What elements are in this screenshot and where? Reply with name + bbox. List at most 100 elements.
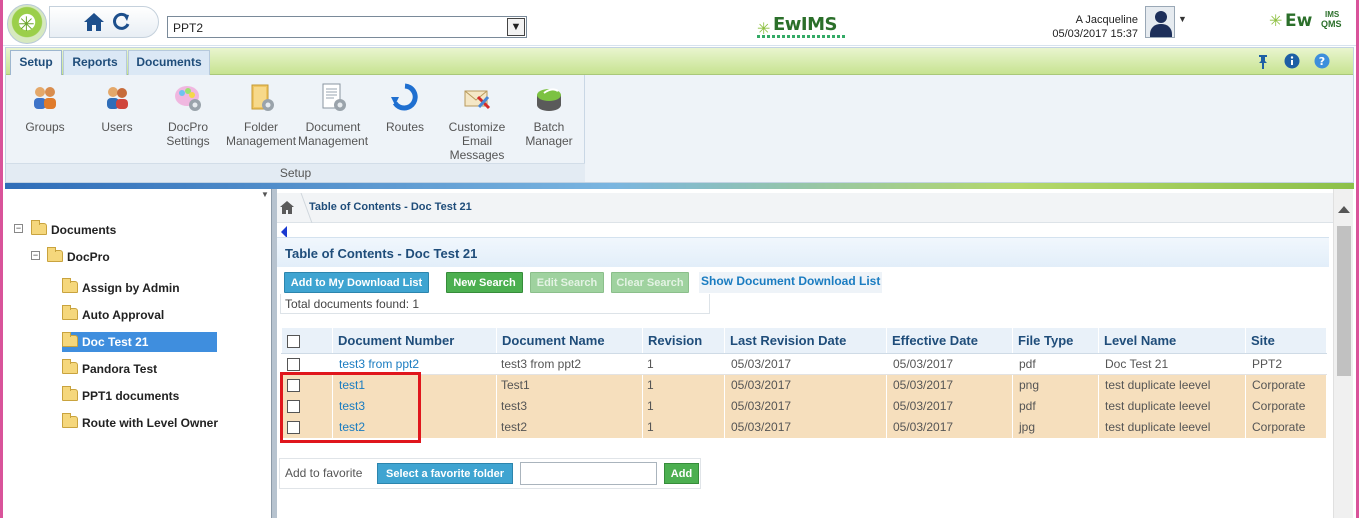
tab-documents[interactable]: Documents: [128, 50, 210, 75]
folder-icon: [62, 332, 78, 347]
edit-search-button[interactable]: Edit Search: [530, 272, 604, 293]
row-checkbox[interactable]: [286, 421, 300, 435]
last-revision-date: 05/03/2017: [724, 395, 887, 417]
vertical-scrollbar[interactable]: [1333, 189, 1353, 518]
total-documents: Total documents found: 1: [280, 294, 710, 314]
refresh-icon[interactable]: [111, 12, 131, 32]
folder-management-button[interactable]: Folder Management: [226, 83, 296, 148]
tree-node-docpro[interactable]: DocPro: [47, 247, 110, 267]
table-row[interactable]: test3 from ppt2 test3 from ppt2 1 05/03/…: [281, 353, 1327, 375]
help-icon[interactable]: ?: [1314, 53, 1330, 69]
col-effective-date[interactable]: Effective Date: [886, 327, 1013, 354]
scroll-up-icon[interactable]: [1338, 206, 1350, 213]
col-file-type[interactable]: File Type: [1012, 327, 1099, 354]
users-label: Users: [101, 120, 133, 134]
user-menu-caret-icon[interactable]: ▼: [1178, 14, 1187, 24]
docpro-settings-button[interactable]: DocPro Settings: [158, 83, 218, 148]
favorite-folder-input[interactable]: [520, 462, 657, 485]
tree-node-label: Route with Level Owner: [82, 416, 219, 430]
ewqms-logo-text: Ew: [1285, 11, 1313, 31]
email-messages-label-1: Customize: [448, 120, 506, 134]
table-row[interactable]: test3 test3 1 05/03/2017 05/03/2017 pdf …: [281, 395, 1327, 417]
tree-node-doc-test-21[interactable]: Doc Test 21: [62, 332, 217, 352]
groups-icon: [34, 87, 56, 109]
breadcrumb: Table of Contents - Doc Test 21: [277, 193, 1333, 223]
show-download-list-link[interactable]: Show Document Download List: [699, 272, 883, 293]
col-site[interactable]: Site: [1245, 327, 1327, 354]
home-icon[interactable]: [83, 12, 105, 32]
document-number-link[interactable]: test2: [339, 420, 365, 434]
document-number-link[interactable]: test1: [339, 378, 365, 392]
batch-manager-button[interactable]: Batch Manager: [522, 83, 576, 148]
ribbon-tabs: Setup Reports Documents ?: [6, 48, 1353, 75]
collapse-documents-icon[interactable]: −: [14, 224, 23, 233]
tree-node-label: DocPro: [67, 250, 110, 264]
last-revision-date: 05/03/2017: [724, 353, 887, 375]
table-row[interactable]: test2 test2 1 05/03/2017 05/03/2017 jpg …: [281, 416, 1327, 438]
tree-node-label: Assign by Admin: [82, 281, 180, 295]
folder-icon: [62, 305, 78, 320]
chevron-down-icon[interactable]: ▼: [507, 18, 525, 36]
tree-node-pandora-test[interactable]: Pandora Test: [62, 359, 157, 379]
select-favorite-folder-button[interactable]: Select a favorite folder: [377, 463, 513, 484]
site-select-value: PPT2: [173, 21, 204, 35]
routes-button[interactable]: Routes: [380, 83, 430, 134]
row-checkbox[interactable]: [286, 400, 300, 414]
app-menu-logo-icon[interactable]: [7, 4, 47, 44]
last-revision-date: 05/03/2017: [724, 416, 887, 438]
docpro-settings-icon: [175, 86, 201, 111]
logo-mark-icon: ✳: [1269, 13, 1283, 30]
col-revision[interactable]: Revision: [642, 327, 725, 354]
tree-node-ppt1-documents[interactable]: PPT1 documents: [62, 386, 179, 406]
customize-email-messages-button[interactable]: Customize Email Messages: [444, 83, 510, 162]
col-level-name[interactable]: Level Name: [1098, 327, 1246, 354]
document-number-link[interactable]: test3: [339, 399, 365, 413]
col-last-revision-date[interactable]: Last Revision Date: [724, 327, 887, 354]
collapse-docpro-icon[interactable]: −: [31, 251, 40, 260]
document-name: test3: [496, 395, 643, 417]
document-management-button[interactable]: Document Management: [298, 83, 368, 148]
tab-setup[interactable]: Setup: [10, 50, 62, 75]
tree-node-assign-by-admin[interactable]: Assign by Admin: [62, 278, 180, 298]
batch-manager-icon: [537, 88, 561, 111]
table-row[interactable]: test1 Test1 1 05/03/2017 05/03/2017 png …: [281, 374, 1327, 396]
clear-search-button[interactable]: Clear Search: [611, 272, 689, 293]
site-select[interactable]: PPT2 ▼: [167, 16, 527, 38]
select-all-checkbox[interactable]: [287, 335, 300, 349]
pin-icon[interactable]: [1255, 53, 1271, 69]
row-checkbox[interactable]: [286, 379, 300, 393]
file-type: pdf: [1012, 353, 1099, 375]
file-type: jpg: [1012, 416, 1099, 438]
add-to-download-list-button[interactable]: Add to My Download List: [284, 272, 429, 293]
col-document-name[interactable]: Document Name: [496, 327, 643, 354]
effective-date: 05/03/2017: [886, 416, 1013, 438]
site: Corporate: [1245, 374, 1327, 396]
breadcrumb-home-icon[interactable]: [280, 201, 294, 214]
row-checkbox[interactable]: [286, 358, 300, 372]
document-management-icon: [322, 83, 346, 111]
breadcrumb-current[interactable]: Table of Contents - Doc Test 21: [309, 201, 472, 213]
new-search-button[interactable]: New Search: [446, 272, 523, 293]
collapse-pane-icon[interactable]: ▼: [261, 190, 269, 199]
routes-icon: [391, 83, 418, 111]
users-button[interactable]: Users: [92, 83, 142, 134]
tree-node-auto-approval[interactable]: Auto Approval: [62, 305, 164, 325]
groups-button[interactable]: Groups: [20, 83, 70, 134]
scrollbar-thumb[interactable]: [1337, 226, 1351, 376]
info-icon[interactable]: [1284, 53, 1300, 69]
avatar[interactable]: [1145, 6, 1175, 38]
revision: 1: [642, 416, 725, 438]
file-type: pdf: [1012, 395, 1099, 417]
ribbon: Setup Reports Documents ? Groups Users D…: [5, 47, 1354, 183]
folder-management-label-1: Folder: [243, 120, 278, 134]
tree-node-label: Documents: [51, 223, 117, 237]
email-messages-icon: [464, 90, 491, 110]
tree-node-route-with-level-owner[interactable]: Route with Level Owner: [62, 413, 218, 433]
groups-label: Groups: [25, 120, 65, 134]
tab-reports[interactable]: Reports: [63, 50, 127, 75]
document-number-link[interactable]: test3 from ppt2: [339, 357, 419, 371]
tree-node-documents[interactable]: Documents: [31, 220, 116, 240]
add-favorite-button[interactable]: Add: [664, 463, 699, 484]
document-management-label-2: Management: [298, 134, 369, 148]
col-document-number[interactable]: Document Number: [332, 327, 497, 354]
